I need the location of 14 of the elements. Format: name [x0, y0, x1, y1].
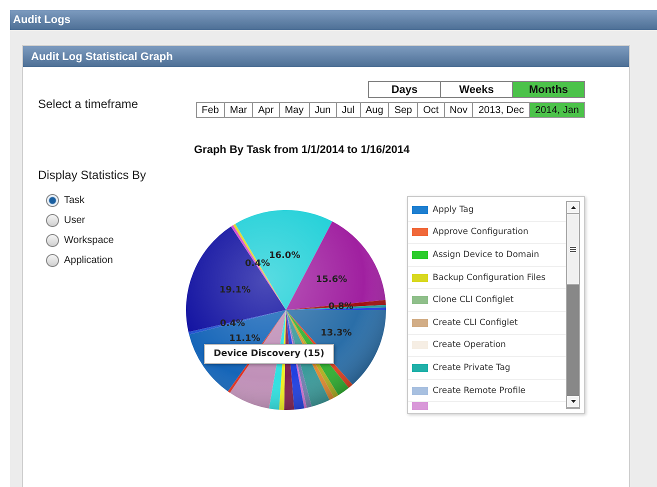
slice-label: 16.0% [268, 251, 300, 262]
page-title: Audit Logs [10, 10, 657, 30]
slice-label: 11.1% [228, 334, 260, 344]
slice-label: 19.1% [219, 285, 250, 296]
panel-title: Audit Log Statistical Graph [23, 46, 629, 67]
slice-label: 0.4% [220, 318, 245, 329]
slice-label: 0.8% [328, 302, 353, 312]
slice-label: 13.3% [320, 328, 352, 338]
graph-title: Graph By Task from 1/1/2014 to 1/16/2014 [194, 144, 410, 156]
slice-label: 15.6% [316, 275, 347, 286]
timeframe-label: Select a timeframe [38, 97, 138, 111]
chart-tooltip: Device Discovery (15) [204, 344, 334, 364]
display-by-label: Display Statistics By [38, 168, 148, 182]
slice-label: 0.4% [244, 258, 270, 269]
